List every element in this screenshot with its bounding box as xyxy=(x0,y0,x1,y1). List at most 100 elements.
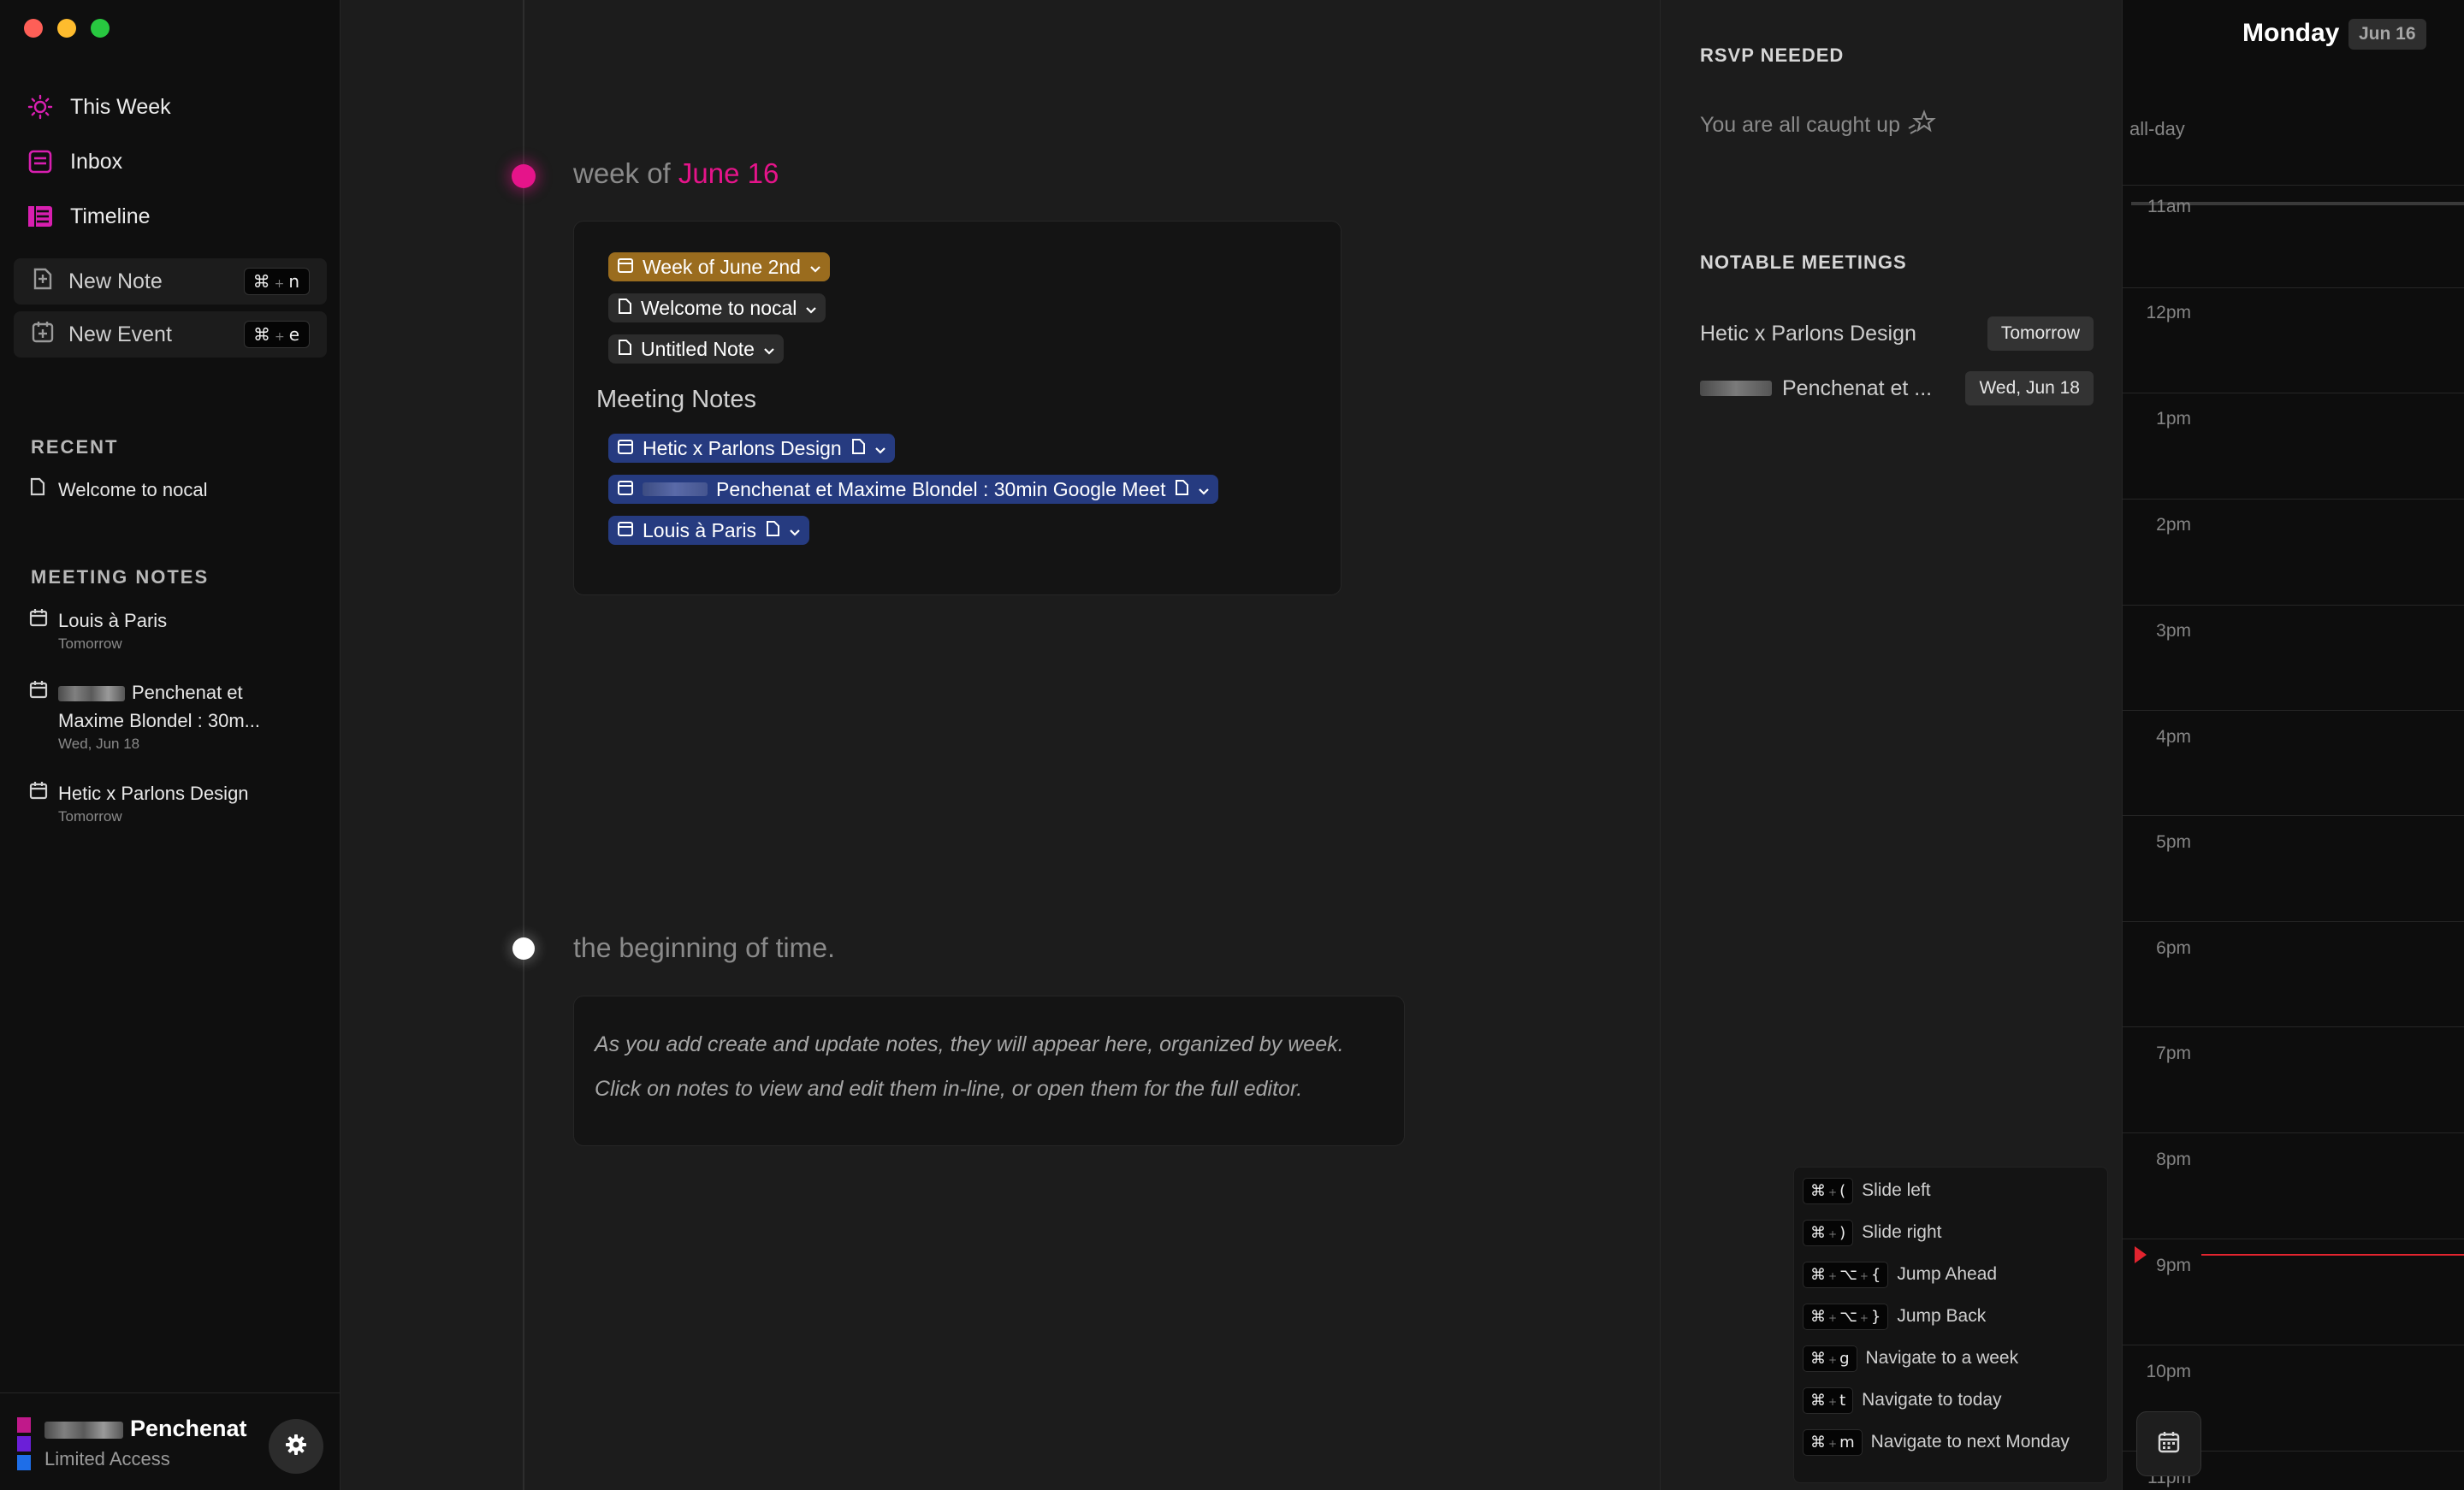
recent-item[interactable]: Welcome to nocal xyxy=(29,476,329,504)
inbox-icon xyxy=(26,147,55,176)
hour-line xyxy=(2123,1026,2464,1027)
current-time-line xyxy=(2201,1254,2464,1256)
nav-label: This Week xyxy=(70,94,171,119)
shortcut-keys: ⌘ +) xyxy=(1803,1219,1854,1246)
shortcut-row: ⌘ + t Navigate to today xyxy=(1803,1384,2002,1416)
hour-line xyxy=(2123,499,2464,500)
hour-label: 3pm xyxy=(2156,621,2191,641)
notable-meeting[interactable]: Hetic x Parlons Design Tomorrow xyxy=(1700,315,2094,352)
calendar-icon xyxy=(29,606,48,653)
redacted-name xyxy=(58,686,125,702)
week-heading: week of June 16 xyxy=(573,157,779,189)
meeting-note-date: Tomorrow xyxy=(58,808,122,825)
notable-meeting-date: Wed, Jun 18 xyxy=(1965,371,2094,405)
note-chip[interactable]: Welcome to nocal xyxy=(608,293,826,322)
hour-line xyxy=(2123,921,2464,922)
nav-inbox[interactable]: Inbox xyxy=(26,140,122,183)
shortcuts-panel: ⌘ +( Slide left ⌘ +) Slide right ⌘ + ⌥ +{ Jum… xyxy=(1793,1167,2108,1483)
hour-line xyxy=(2123,710,2464,711)
timeline-line xyxy=(523,0,524,1490)
shortcut-row: ⌘ +( Slide left xyxy=(1803,1174,1931,1207)
beginning-marker xyxy=(512,937,535,960)
workspace-color-bars xyxy=(17,1417,31,1474)
notable-meeting[interactable]: Penchenat et ... Wed, Jun 18 xyxy=(1700,370,2094,407)
chevron-down-icon xyxy=(805,297,817,320)
note-chip[interactable]: Week of June 2nd xyxy=(608,252,830,281)
note-chip[interactable]: Untitled Note xyxy=(608,334,784,364)
chevron-down-icon xyxy=(789,519,801,542)
all-day-label: all-day xyxy=(2129,118,2185,139)
meeting-notes-section-title: MEETING NOTES xyxy=(31,566,210,588)
timeline-view: week of June 16 Week of June 2nd Welcome… xyxy=(341,0,1660,1490)
minimize-window-button[interactable] xyxy=(57,19,76,38)
shortcut-label: Slide right xyxy=(1862,1222,1942,1242)
meeting-chip[interactable]: Penchenat et Maxime Blondel : 30min Goog… xyxy=(608,475,1219,504)
shortcut-row: ⌘ + ⌥ +{ Jump Ahead xyxy=(1803,1258,1997,1291)
user-name[interactable]: Penchenat xyxy=(44,1416,247,1442)
calendar-icon xyxy=(29,678,48,754)
nav-timeline[interactable]: Timeline xyxy=(26,195,151,238)
new-note-label: New Note xyxy=(68,269,163,293)
hour-label: 1pm xyxy=(2156,409,2191,429)
meeting-note-title: Louis à Paris xyxy=(58,610,168,631)
shortcut-keys: ⌘ + ⌥ +} xyxy=(1803,1303,1889,1330)
beginning-heading: the beginning of time. xyxy=(573,932,835,963)
chevron-down-icon xyxy=(809,256,821,279)
hour-line xyxy=(2123,185,2464,186)
empty-state-line: Click on notes to view and edit them in-… xyxy=(595,1077,1303,1101)
shortcut-label: Jump Back xyxy=(1897,1306,1987,1326)
recent-item-title: Welcome to nocal xyxy=(58,479,208,500)
new-event-label: New Event xyxy=(68,322,172,346)
nav-label: Timeline xyxy=(70,204,151,228)
hour-label: 11am xyxy=(2147,197,2191,216)
week-notes-card: Week of June 2nd Welcome to nocal Untitl… xyxy=(573,221,1342,595)
chevron-down-icon xyxy=(763,338,775,361)
rsvp-title: RSVP NEEDED xyxy=(1700,44,1845,66)
document-icon xyxy=(850,437,866,460)
calendar-icon xyxy=(617,256,634,279)
meeting-note-item[interactable]: Penchenat et Maxime Blondel : 30m... Wed… xyxy=(29,678,329,754)
new-note-button[interactable]: New Note ⌘ + n xyxy=(14,258,327,305)
shortcut-row: ⌘ + g Navigate to a week xyxy=(1803,1342,2018,1375)
meeting-notes-heading: Meeting Notes xyxy=(596,386,756,413)
new-event-button[interactable]: New Event ⌘ + e xyxy=(14,311,327,358)
chevron-down-icon xyxy=(874,437,886,460)
nav-this-week[interactable]: This Week xyxy=(26,86,171,128)
close-window-button[interactable] xyxy=(24,19,43,38)
new-event-icon xyxy=(31,320,55,350)
notable-meeting-name: Hetic x Parlons Design xyxy=(1700,321,1916,346)
hour-line xyxy=(2123,815,2464,816)
meeting-note-date: Wed, Jun 18 xyxy=(58,736,140,752)
meeting-chip[interactable]: Louis à Paris xyxy=(608,516,809,545)
meeting-note-title: Hetic x Parlons Design xyxy=(58,783,249,804)
meeting-chip[interactable]: Hetic x Parlons Design xyxy=(608,434,895,463)
shortcut-keys: ⌘ + g xyxy=(1803,1345,1857,1372)
calendar-icon xyxy=(617,478,634,501)
document-icon xyxy=(765,519,780,542)
shortcut-label: Navigate to a week xyxy=(1865,1348,2019,1368)
account-footer: Penchenat Limited Access xyxy=(0,1392,341,1490)
document-icon xyxy=(29,476,48,504)
calendar-icon xyxy=(617,437,634,460)
calendar-date-badge[interactable]: Jun 16 xyxy=(2348,19,2426,50)
meeting-note-item[interactable]: Louis à Paris Tomorrow xyxy=(29,606,329,653)
hour-label: 5pm xyxy=(2156,832,2191,852)
zoom-window-button[interactable] xyxy=(91,19,110,38)
open-calendar-button[interactable] xyxy=(2136,1411,2201,1476)
hour-label: 4pm xyxy=(2156,727,2191,747)
empty-state-line: As you add create and update notes, they… xyxy=(595,1032,1344,1056)
sparkle-star-icon xyxy=(1907,109,1936,141)
sidebar: This Week Inbox Timeline New Note ⌘ + n Ne… xyxy=(0,0,341,1490)
shortcut-keys: ⌘ + m xyxy=(1803,1428,1863,1456)
shortcut-label: Navigate to next Monday xyxy=(1870,1432,2070,1452)
meeting-note-item[interactable]: Hetic x Parlons Design Tomorrow xyxy=(29,779,329,826)
timeline-icon xyxy=(26,202,55,231)
shortcut-row: ⌘ + m Navigate to next Monday xyxy=(1803,1426,2070,1458)
settings-button[interactable] xyxy=(269,1419,323,1474)
redacted-name xyxy=(44,1421,123,1439)
shortcut-label: Navigate to today xyxy=(1862,1390,2002,1410)
shortcut-label: Jump Ahead xyxy=(1897,1264,1998,1284)
hour-line xyxy=(2123,1132,2464,1133)
shortcut-row: ⌘ + ⌥ +} Jump Back xyxy=(1803,1300,1986,1333)
rsvp-empty-state: You are all caught up xyxy=(1700,109,1936,141)
